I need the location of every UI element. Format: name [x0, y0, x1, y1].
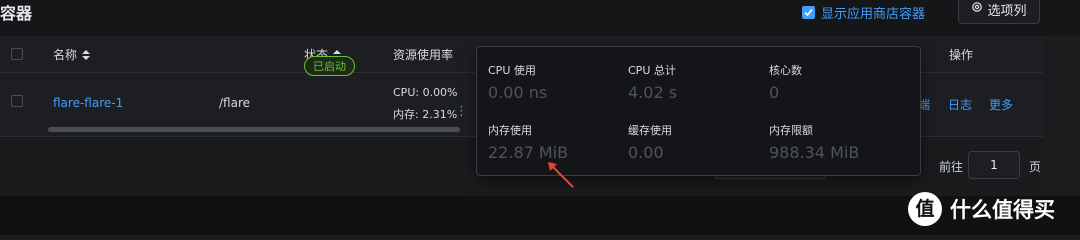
horizontal-scrollbar[interactable]	[48, 127, 460, 132]
container-image: /flare	[219, 96, 251, 110]
memory-limit-label: 内存限额	[769, 124, 813, 137]
row-checkbox[interactable]	[11, 95, 23, 107]
sort-icon[interactable]	[82, 49, 91, 60]
column-header-name[interactable]: 名称	[53, 46, 91, 63]
annotation-arrow-icon	[548, 162, 574, 188]
resource-detail-popover: CPU 使用 0.00 ns CPU 总计 4.02 s 核心数 0 内存使用 …	[476, 46, 921, 176]
gear-icon	[971, 1, 983, 17]
more-link[interactable]: 更多	[989, 96, 1013, 113]
columns-button-label: 选项列	[987, 3, 1027, 19]
status-badge[interactable]: 已启动	[304, 56, 355, 76]
watermark-logo-icon: 值	[908, 192, 942, 226]
cores-label: 核心数	[769, 64, 802, 77]
cores-value: 0	[769, 83, 780, 102]
watermark-logo-char: 值	[915, 197, 935, 220]
container-name-link[interactable]: flare-flare-1	[53, 96, 123, 110]
columns-button[interactable]: 选项列	[958, 0, 1040, 24]
column-header-resource: 资源使用率	[393, 46, 453, 63]
goto-label: 前往	[939, 160, 964, 174]
checkbox-checked-icon[interactable]	[802, 6, 815, 19]
cpu-usage-text: CPU: 0.00%	[393, 86, 458, 99]
logs-link[interactable]: 日志	[948, 96, 972, 113]
column-name-label: 名称	[53, 48, 78, 62]
memory-usage-label: 内存使用	[488, 124, 532, 137]
column-actions-label: 操作	[949, 48, 974, 62]
show-store-containers-checkbox[interactable]: 显示应用商店容器	[802, 3, 925, 22]
page-suffix: 页	[1029, 160, 1042, 174]
select-all-checkbox[interactable]	[11, 48, 23, 60]
cpu-usage-label: CPU 使用	[488, 64, 536, 77]
cache-usage-value: 0.00	[628, 143, 664, 162]
column-resource-label: 资源使用率	[393, 48, 454, 62]
cpu-total-label: CPU 总计	[628, 64, 676, 77]
memory-limit-value: 988.34 MiB	[769, 143, 860, 162]
page-title: 容器	[0, 4, 33, 23]
column-header-actions: 操作	[949, 46, 973, 63]
cache-usage-label: 缓存使用	[628, 124, 672, 137]
more-vertical-icon[interactable]: ⋮	[455, 104, 468, 119]
site-watermark: 值 什么值得买	[908, 192, 1055, 226]
cpu-total-value: 4.02 s	[628, 83, 678, 102]
memory-usage-text: 内存: 2.31%	[393, 108, 458, 121]
page-number-input[interactable]: 1	[968, 151, 1020, 179]
cpu-usage-value: 0.00 ns	[488, 83, 548, 102]
watermark-text: 什么值得买	[950, 198, 1055, 222]
show-store-containers-label: 显示应用商店容器	[821, 7, 926, 22]
